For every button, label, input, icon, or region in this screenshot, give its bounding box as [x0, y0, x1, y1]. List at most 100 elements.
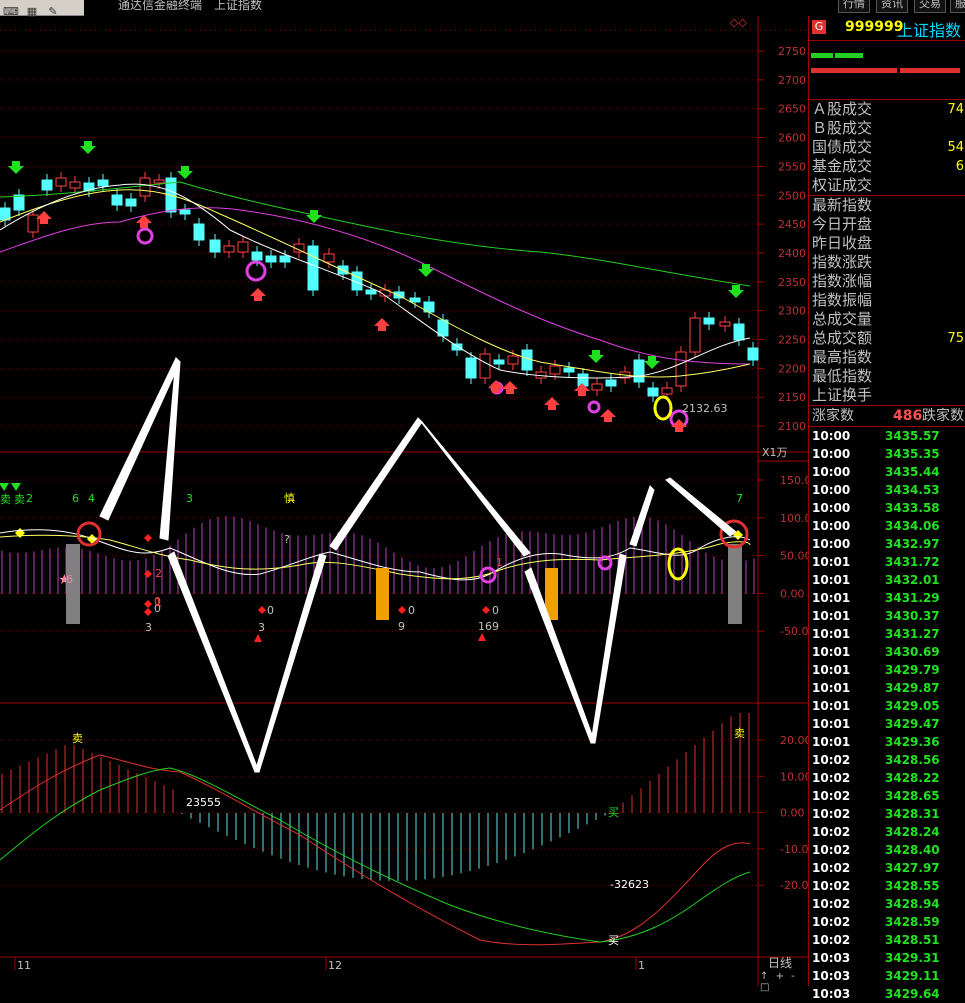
macd-label: 买	[608, 934, 619, 947]
tick-row: 10:00 3435.57	[809, 427, 965, 445]
top-toolbar: ⌨ ▦ ✎ 通达信金融终端 上证指数 行情 资讯 交易 服	[0, 0, 965, 18]
candle-body	[139, 177, 151, 197]
green-triangle-icon	[0, 483, 9, 491]
indicator-label: 1	[496, 556, 503, 569]
zoom-out-button[interactable]: -	[791, 971, 795, 982]
tick-row: 10:01 3429.79	[809, 661, 965, 679]
indicator-label: 7	[736, 492, 743, 505]
axis-tick: 20.00	[780, 734, 808, 747]
chart-area[interactable]: 2750 2700 2650 2600 2550 2500 2450 2400 2350 2300…	[0, 16, 815, 986]
up-button[interactable]: ↑	[760, 971, 768, 982]
tick-price: 3431.29	[885, 591, 940, 605]
candle-body	[689, 317, 701, 353]
tick-price: 3435.35	[885, 447, 940, 461]
tick-time: 10:01	[812, 699, 851, 713]
axis-tick: 2300	[778, 305, 806, 318]
volume-unit: X1万	[762, 446, 788, 459]
index-value: 75	[947, 331, 964, 346]
annotation-arrows	[99, 356, 737, 773]
indicator-label: 0	[408, 604, 415, 617]
candle-body	[111, 194, 123, 206]
red-diamond-icon	[144, 534, 152, 542]
tick-row: 10:02 3428.40	[809, 841, 965, 859]
macd-label: 23555	[186, 796, 221, 809]
candle-body	[465, 357, 477, 379]
up-arrow-icon	[502, 381, 518, 394]
indicator-label: 卖	[14, 493, 25, 506]
indicator-label: 慎	[284, 491, 295, 505]
axis-tick: 10.00	[780, 770, 808, 783]
tab-quotes[interactable]: 行情	[838, 0, 870, 13]
tick-price: 3429.05	[885, 699, 940, 713]
stat-value: 74	[947, 102, 964, 117]
tick-time: 10:00	[812, 519, 851, 533]
candle-body	[69, 181, 81, 189]
indicator-label: 3	[258, 621, 265, 634]
tick-price: 3429.47	[885, 717, 940, 731]
indicator-label: 卖	[0, 493, 11, 506]
x-label-11: 11	[17, 959, 31, 972]
tick-time: 10:02	[812, 825, 851, 839]
axis-tick: 50.00	[780, 550, 808, 563]
tick-row: 10:02 3428.94	[809, 895, 965, 913]
indicator-label: 6	[66, 573, 73, 586]
axis-tick: 2200	[778, 362, 806, 375]
tick-price: 3433.58	[885, 501, 940, 515]
axis-tick: 2350	[778, 276, 806, 289]
candle-body	[27, 214, 39, 233]
axis-tick: 150.0	[780, 474, 808, 487]
tick-price: 3430.37	[885, 609, 940, 623]
macd-axis: 20.00 10.00 0.00 -10.00 -20.00	[0, 734, 815, 892]
tick-price: 3428.24	[885, 825, 940, 839]
zoom-in-button[interactable]: +	[776, 971, 784, 982]
stat-label: 权证成交	[812, 176, 873, 194]
chart-svg[interactable]: 2750270026502600255025002450240023502300…	[0, 16, 815, 986]
toolbar-icons: ⌨ ▦ ✎	[0, 0, 84, 18]
tab-news[interactable]: 资讯	[876, 0, 908, 13]
red-triangle-icon	[478, 633, 486, 641]
axis-tick: 2150	[778, 391, 806, 404]
tick-time: 10:00	[812, 483, 851, 497]
tick-price: 3428.56	[885, 753, 940, 767]
tick-price: 3428.40	[885, 843, 940, 857]
index-label: 最低指数	[812, 367, 873, 385]
tick-time: 10:00	[812, 465, 851, 479]
tick-time: 10:01	[812, 645, 851, 659]
macd-label: 买	[608, 806, 619, 819]
window-button[interactable]: □	[760, 982, 769, 993]
candle-body	[237, 241, 249, 253]
index-label: 昨日收盘	[812, 234, 873, 252]
macd-lines	[0, 754, 751, 946]
tick-price: 3428.31	[885, 807, 940, 821]
tick-row: 10:02 3428.51	[809, 931, 965, 949]
candle-body	[563, 367, 575, 373]
tick-time: 10:00	[812, 447, 851, 461]
candle-body	[97, 179, 109, 187]
indicator-label: 2	[155, 567, 162, 580]
tick-row: 10:01 3429.05	[809, 697, 965, 715]
macd-label: 卖	[734, 727, 745, 740]
axis-tick: 100.0	[780, 512, 808, 525]
breadth-row: 涨家数 486 跌家数	[809, 406, 965, 427]
stat-row: Ｂ股成交	[809, 119, 965, 138]
tick-row: 10:00 3435.44	[809, 463, 965, 481]
candle-body	[605, 379, 617, 387]
tick-time: 10:02	[812, 789, 851, 803]
tab-trade[interactable]: 交易	[914, 0, 946, 13]
tick-row: 10:02 3428.59	[809, 913, 965, 931]
tick-row: 10:01 3432.01	[809, 571, 965, 589]
candle-body	[661, 387, 673, 395]
period-label[interactable]: 日线	[758, 954, 808, 971]
group-badge[interactable]: G	[812, 20, 826, 34]
tab-service[interactable]: 服	[950, 0, 965, 13]
tick-time: 10:00	[812, 537, 851, 551]
macd-label: 卖	[72, 732, 83, 745]
index-row: 总成交量	[809, 310, 965, 329]
tick-price: 3429.87	[885, 681, 940, 695]
stat-label: Ｂ股成交	[812, 119, 873, 137]
tick-row: 10:02 3428.22	[809, 769, 965, 787]
down-arrow-icon	[728, 285, 744, 298]
stat-row: 基金成交 6	[809, 157, 965, 176]
index-row: 今日开盘	[809, 215, 965, 234]
stat-row: Ａ股成交 74	[809, 100, 965, 119]
